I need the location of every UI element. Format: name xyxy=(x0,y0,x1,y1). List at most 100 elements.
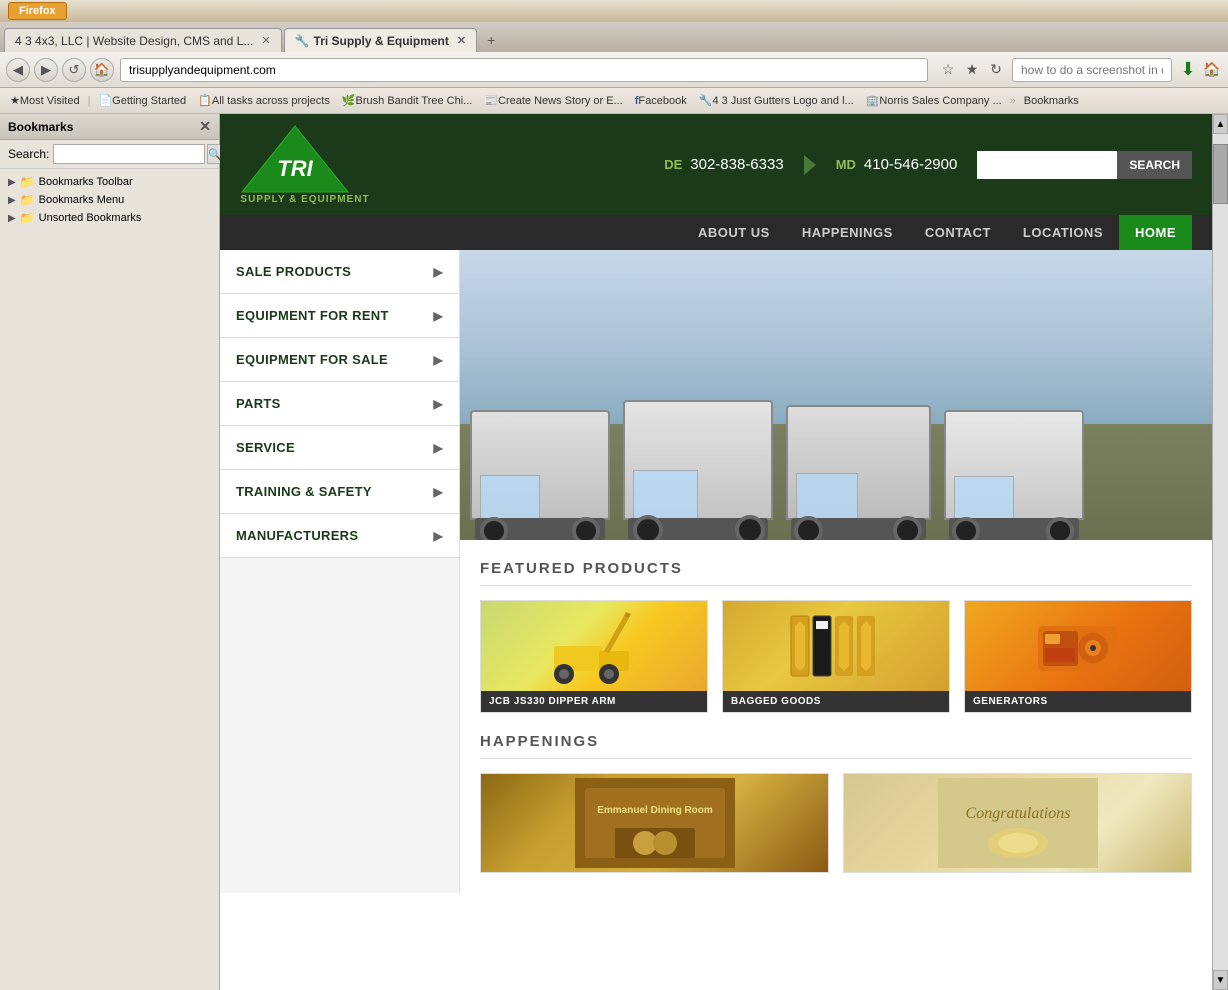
hero-image xyxy=(460,250,1212,540)
bookmark-norris[interactable]: 🏢 Norris Sales Company ... xyxy=(860,92,1008,109)
nav-locations[interactable]: LOCATIONS xyxy=(1007,215,1119,250)
products-grid: JCB JS330 DIPPER ARM xyxy=(480,600,1192,713)
menu-service[interactable]: SERVICE ▶ xyxy=(220,426,459,470)
sidebar-search-area: Search: 🔍 xyxy=(0,140,219,169)
refresh-icon[interactable]: ↻ xyxy=(984,58,1008,82)
product-img-bagged xyxy=(723,601,949,691)
scroll-down-button[interactable]: ▼ xyxy=(1213,970,1228,990)
new-tab-button[interactable]: + xyxy=(479,28,503,52)
logo-triangle-svg: TRI xyxy=(240,124,350,194)
site-search-button[interactable]: SEARCH xyxy=(1117,151,1192,179)
product-card-jcb[interactable]: JCB JS330 DIPPER ARM xyxy=(480,600,708,713)
home-button[interactable]: 🏠 xyxy=(90,58,114,82)
phone-divider-icon xyxy=(804,155,816,175)
menu-item-label: SALE PRODUCTS xyxy=(236,264,351,279)
bookmark-create-news[interactable]: 📰 Create News Story or E... xyxy=(478,92,628,109)
brush-icon: 🌿 xyxy=(342,94,356,107)
menu-arrow-icon-2: ▶ xyxy=(433,309,443,323)
product-card-bagged[interactable]: BAGGED GOODS xyxy=(722,600,950,713)
nav-home[interactable]: HOME xyxy=(1119,215,1192,250)
jcb-excavator-icon xyxy=(549,606,639,686)
bookmark-most-visited[interactable]: ★ Most Visited xyxy=(4,92,86,109)
firefox-menu-button[interactable]: Firefox xyxy=(8,2,67,20)
happening-img-restaurant: Emmanuel Dining Room xyxy=(481,774,828,872)
hero-slider: SKID STEERS & TRACK LOADERS Rent a skid … xyxy=(460,250,1212,540)
sidebar-tree-item-toolbar[interactable]: ▶ 📁 Bookmarks Toolbar xyxy=(4,173,215,191)
bookmark-all-tasks[interactable]: 📋 All tasks across projects xyxy=(192,92,336,109)
menu-training-safety[interactable]: TRAINING & SAFETY ▶ xyxy=(220,470,459,514)
home-nav-icon[interactable]: 🏠 xyxy=(1200,58,1224,82)
tab-1[interactable]: 4 3 4x3, LLC | Website Design, CMS and L… xyxy=(4,28,282,52)
nav-contact[interactable]: CONTACT xyxy=(909,215,1007,250)
ff-search-input[interactable] xyxy=(1012,58,1172,82)
nav-about-us[interactable]: ABOUT US xyxy=(682,215,786,250)
menu-sale-products[interactable]: SALE PRODUCTS ▶ xyxy=(220,250,459,294)
menu-parts[interactable]: PARTS ▶ xyxy=(220,382,459,426)
bookmark-getting-started[interactable]: 📄 Getting Started xyxy=(92,92,192,109)
gutters-icon: 🔧 xyxy=(699,94,713,107)
product-label-generator: GENERATORS xyxy=(965,691,1191,712)
forward-button[interactable]: ▶ xyxy=(34,58,58,82)
sidebar-search-label: Search: xyxy=(8,147,49,161)
product-card-generator[interactable]: GENERATORS xyxy=(964,600,1192,713)
site-wrapper: TRI SUPPLY & EQUIPMENT DE 302-838-6333 M… xyxy=(220,114,1212,990)
menu-equipment-rent[interactable]: EQUIPMENT FOR RENT ▶ xyxy=(220,294,459,338)
norris-icon: 🏢 xyxy=(866,94,880,107)
browser-content: Bookmarks ✕ Search: 🔍 ▶ 📁 Bookmarks Tool… xyxy=(0,114,1228,990)
site-nav: ABOUT US HAPPENINGS CONTACT LOCATIONS HO… xyxy=(220,215,1212,250)
tab-favicon: 🔧 xyxy=(295,34,310,48)
bookmark-bookmarks-menu[interactable]: Bookmarks xyxy=(1018,93,1085,109)
tree-item-label-2: Bookmarks Menu xyxy=(39,194,125,206)
svg-text:Emmanuel Dining Room: Emmanuel Dining Room xyxy=(597,805,713,816)
sidebar-close-button[interactable]: ✕ xyxy=(199,118,211,135)
back-button[interactable]: ◀ xyxy=(6,58,30,82)
bookmark-facebook[interactable]: f Facebook xyxy=(629,93,693,109)
tab-2[interactable]: 🔧 Tri Supply & Equipment ✕ xyxy=(284,28,478,52)
menu-item-label-5: SERVICE xyxy=(236,440,295,455)
happenings-section: HAPPENINGS Emmanuel Dining Room xyxy=(460,733,1212,893)
tab-2-close[interactable]: ✕ xyxy=(457,34,466,47)
sidebar-tree-item-menu[interactable]: ▶ 📁 Bookmarks Menu xyxy=(4,191,215,209)
menu-arrow-icon-7: ▶ xyxy=(433,529,443,543)
site-search-input[interactable] xyxy=(977,151,1117,179)
bookmark-star-filled-icon[interactable]: ★ xyxy=(960,58,984,82)
bagged-goods-icon xyxy=(786,606,886,686)
congrats-image-svg: Congratulations xyxy=(938,778,1098,868)
bookmark-star-icon[interactable]: ☆ xyxy=(936,58,960,82)
download-icon[interactable]: ⬇ xyxy=(1176,58,1200,82)
site-header-right: DE 302-838-6333 MD 410-546-2900 SEARCH xyxy=(664,151,1192,179)
tab-bar: 4 3 4x3, LLC | Website Design, CMS and L… xyxy=(0,22,1228,52)
nav-happenings[interactable]: HAPPENINGS xyxy=(786,215,909,250)
sidebar-search-input[interactable] xyxy=(53,144,205,164)
tree-item-label-3: Unsorted Bookmarks xyxy=(39,212,142,224)
menu-item-label-6: TRAINING & SAFETY xyxy=(236,484,372,499)
sidebar-tree-item-unsorted[interactable]: ▶ 📁 Unsorted Bookmarks xyxy=(4,209,215,227)
reload-button[interactable]: ↺ xyxy=(62,58,86,82)
featured-section-title: FEATURED PRODUCTS xyxy=(480,560,1192,586)
titlebar: Firefox xyxy=(0,0,1228,22)
tasks-icon: 📋 xyxy=(198,94,212,107)
menu-arrow-icon: ▶ xyxy=(433,265,443,279)
happening-card-restaurant[interactable]: Emmanuel Dining Room xyxy=(480,773,829,873)
tab-1-close[interactable]: ✕ xyxy=(261,34,270,47)
bookmark-just-gutters[interactable]: 🔧 4 3 Just Gutters Logo and l... xyxy=(693,92,860,109)
tree-arrow-icon-3: ▶ xyxy=(8,213,16,224)
scroll-track xyxy=(1213,134,1228,970)
bookmark-brush-bandit[interactable]: 🌿 Brush Bandit Tree Chi... xyxy=(336,92,478,109)
menu-equipment-sale[interactable]: EQUIPMENT FOR SALE ▶ xyxy=(220,338,459,382)
address-bar[interactable] xyxy=(120,58,928,82)
menu-item-label-3: EQUIPMENT FOR SALE xyxy=(236,352,388,367)
generator-icon xyxy=(1033,606,1123,686)
menu-arrow-icon-4: ▶ xyxy=(433,397,443,411)
vertical-scrollbar[interactable]: ▲ ▼ xyxy=(1212,114,1228,990)
phone-de-label: DE xyxy=(664,157,682,172)
menu-arrow-icon-3: ▶ xyxy=(433,353,443,367)
svg-text:Congratulations: Congratulations xyxy=(965,805,1070,822)
menu-manufacturers[interactable]: MANUFACTURERS ▶ xyxy=(220,514,459,558)
happening-card-congrats[interactable]: Congratulations xyxy=(843,773,1192,873)
scroll-thumb[interactable] xyxy=(1213,144,1228,204)
scroll-up-button[interactable]: ▲ xyxy=(1213,114,1228,134)
site-content-area: SKID STEERS & TRACK LOADERS Rent a skid … xyxy=(460,250,1212,893)
sidebar-title: Bookmarks xyxy=(8,120,73,134)
bookmarks-sidebar: Bookmarks ✕ Search: 🔍 ▶ 📁 Bookmarks Tool… xyxy=(0,114,220,990)
